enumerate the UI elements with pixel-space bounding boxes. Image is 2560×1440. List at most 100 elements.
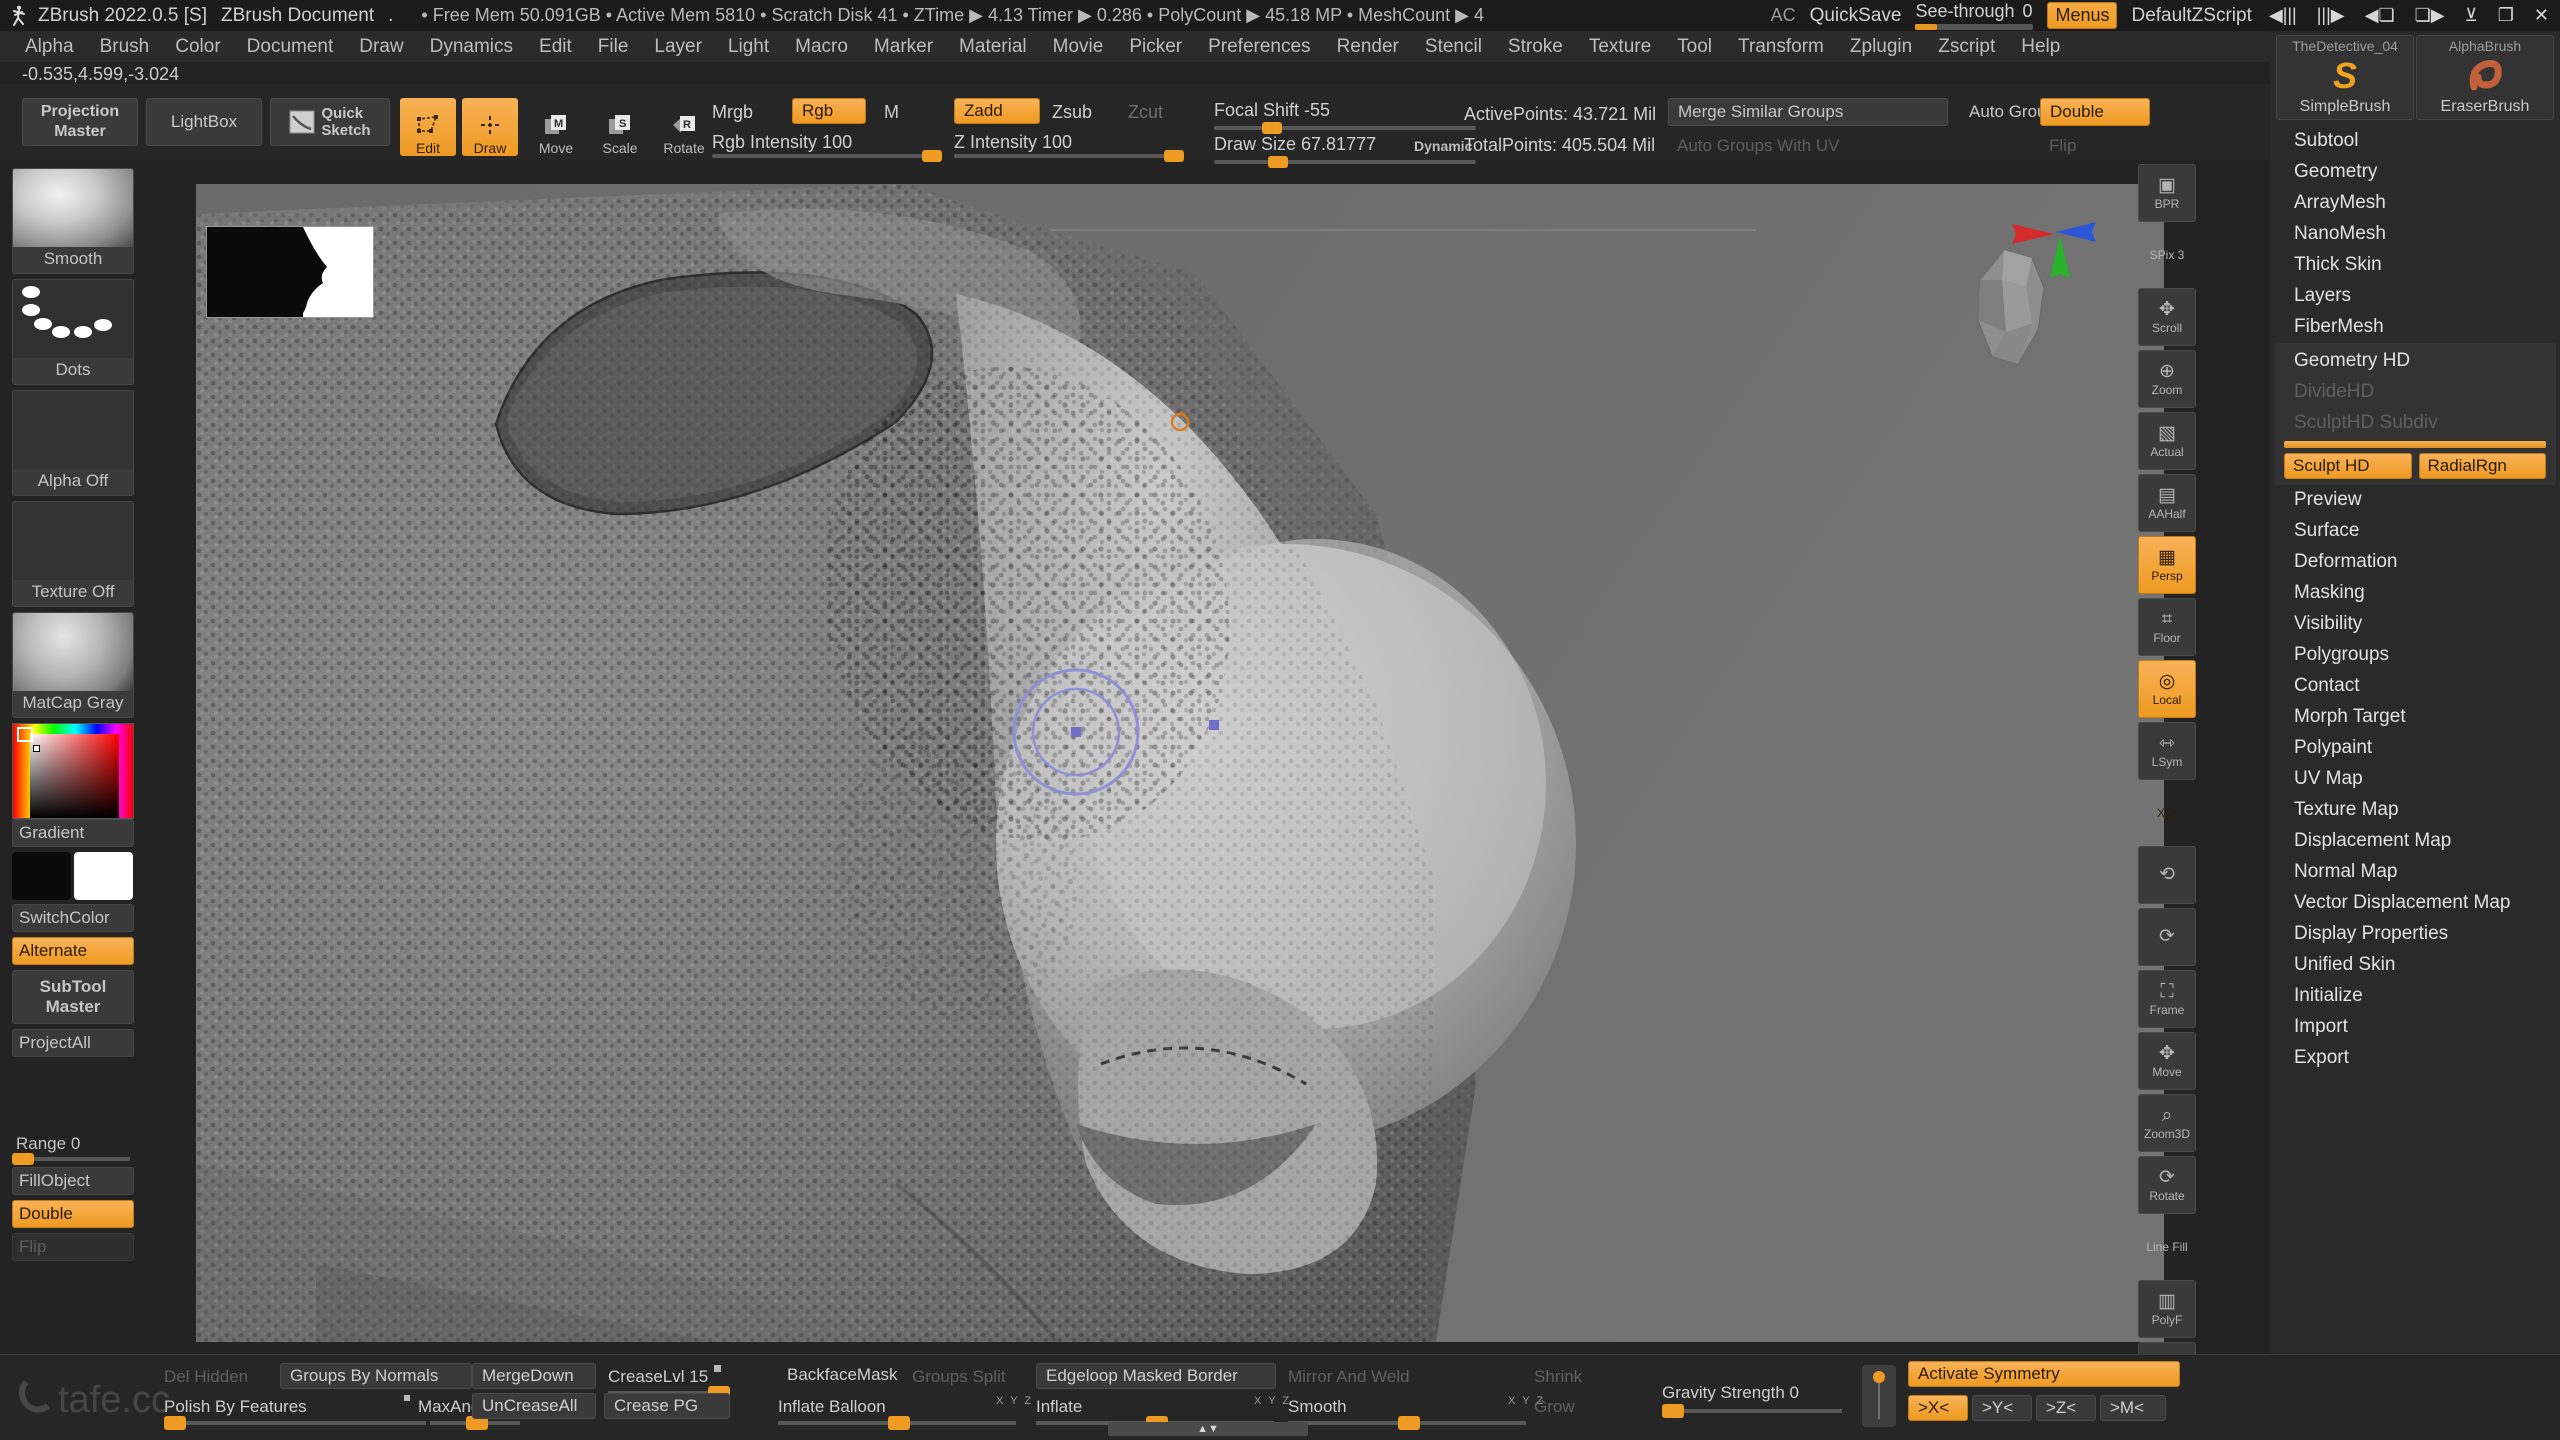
lightbox-button[interactable]: LightBox [146, 98, 262, 146]
menu-item-light[interactable]: Light [715, 34, 782, 60]
rail-button-lsym[interactable]: ⇿ LSym [2138, 722, 2196, 780]
z-intensity-label[interactable]: Z Intensity 100 [954, 132, 1072, 153]
tool-menu-unified-skin[interactable]: Unified Skin [2270, 950, 2560, 981]
quick-sketch-button[interactable]: Quick Sketch [270, 98, 390, 146]
menu-item-tool[interactable]: Tool [1664, 34, 1725, 60]
viewport-canvas[interactable] [196, 184, 2164, 1342]
rail-button-aahalf[interactable]: ▤ AAHalf [2138, 474, 2196, 532]
menu-item-color[interactable]: Color [162, 34, 233, 60]
tool-menu-visibility[interactable]: Visibility [2270, 609, 2560, 640]
groups-by-normals-button[interactable]: Groups By Normals [280, 1363, 472, 1389]
z-intensity-slider[interactable] [954, 150, 1184, 162]
move-button[interactable]: M Move [528, 98, 584, 156]
rgb-intensity-knob[interactable] [922, 150, 942, 162]
menu-item-stencil[interactable]: Stencil [1412, 34, 1495, 60]
menu-item-dynamics[interactable]: Dynamics [417, 34, 526, 60]
zadd-button[interactable]: Zadd [954, 98, 1040, 124]
tool-menu-morph-target[interactable]: Morph Target [2270, 702, 2560, 733]
see-through-track[interactable] [1915, 24, 2034, 30]
range-knob[interactable] [12, 1153, 34, 1165]
rail-button-xyz[interactable]: Xyz [2138, 784, 2196, 842]
smooth-knob[interactable] [1398, 1416, 1420, 1430]
project-all-button[interactable]: ProjectAll [12, 1029, 134, 1057]
rail-button-move[interactable]: ✥ Move [2138, 1032, 2196, 1090]
fill-object-button[interactable]: FillObject [12, 1167, 134, 1195]
tool-menu-fibermesh[interactable]: FiberMesh [2270, 312, 2560, 343]
tool-menu-polygroups[interactable]: Polygroups [2270, 640, 2560, 671]
gravity-strength-knob[interactable] [1662, 1404, 1684, 1418]
quicksave-button[interactable]: QuickSave [1810, 5, 1902, 27]
sculpt-hd-button[interactable]: Sculpt HD [2284, 453, 2412, 479]
color-picker-square[interactable] [30, 734, 119, 818]
current-texture-thumb[interactable]: Texture Off [12, 501, 134, 607]
tool-menu-vector-displacement-map[interactable]: Vector Displacement Map [2270, 888, 2560, 919]
subtool-master-button[interactable]: SubTool Master [12, 970, 134, 1024]
menu-item-alpha[interactable]: Alpha [12, 34, 87, 60]
menu-item-stroke[interactable]: Stroke [1495, 34, 1576, 60]
z-intensity-knob[interactable] [1164, 150, 1184, 162]
tray-left-icon[interactable]: ◀❏ [2362, 5, 2398, 26]
tool-menu-preview[interactable]: Preview [2270, 485, 2560, 516]
gravity-direction-widget[interactable] [1862, 1365, 1896, 1427]
symmetry-y-button[interactable]: >Y< [1972, 1395, 2032, 1421]
geometry-hd-header[interactable]: Geometry HD [2274, 346, 2556, 377]
close-icon[interactable]: ✕ [2531, 5, 2552, 26]
page-scroll-control[interactable]: ▲▼ [1108, 1422, 1308, 1436]
menu-item-render[interactable]: Render [1324, 34, 1412, 60]
current-brush-thumb[interactable]: Smooth [12, 168, 134, 274]
range-slider[interactable] [12, 1153, 130, 1165]
color-picker[interactable] [12, 723, 134, 819]
m-button[interactable]: M [884, 102, 899, 123]
restore-icon[interactable]: ❐ [2495, 5, 2517, 26]
gravity-strength-slider[interactable] [1662, 1404, 1842, 1418]
smooth-label[interactable]: Smooth [1288, 1397, 1347, 1417]
rail-button-persp[interactable]: ▦ Persp [2138, 536, 2196, 594]
crease-pg-button[interactable]: Crease PG [604, 1393, 730, 1419]
current-stroke-thumb[interactable]: Dots [12, 279, 134, 385]
tool-menu-arraymesh[interactable]: ArrayMesh [2270, 188, 2560, 219]
symmetry-x-button[interactable]: >X< [1908, 1395, 1968, 1421]
primary-color-swatch[interactable] [12, 852, 71, 900]
activate-symmetry-button[interactable]: Activate Symmetry [1908, 1361, 2180, 1387]
symmetry-z-button[interactable]: >Z< [2036, 1395, 2096, 1421]
inflate-balloon-xyz-label[interactable]: X Y Z [996, 1395, 1033, 1407]
edit-button[interactable]: Edit [400, 98, 456, 156]
double-button-toolbar[interactable]: Double [2040, 98, 2150, 126]
tool-menu-export[interactable]: Export [2270, 1043, 2560, 1074]
mrgb-button[interactable]: Mrgb [712, 102, 753, 123]
default-zscript-button[interactable]: DefaultZScript [2131, 5, 2251, 27]
tool-menu-initialize[interactable]: Initialize [2270, 981, 2560, 1012]
draw-size-label[interactable]: Draw Size 67.81777 [1214, 134, 1376, 155]
menu-item-layer[interactable]: Layer [641, 34, 715, 60]
menu-item-zscript[interactable]: Zscript [1925, 34, 2008, 60]
inflate-balloon-slider[interactable] [778, 1416, 1016, 1430]
menu-item-draw[interactable]: Draw [346, 34, 416, 60]
rail-button-local[interactable]: ◎ Local [2138, 660, 2196, 718]
focal-shift-slider[interactable] [1214, 122, 1476, 134]
edgeloop-masked-border-button[interactable]: Edgeloop Masked Border [1036, 1363, 1276, 1389]
backface-mask-button[interactable]: BackfaceMask [778, 1363, 904, 1387]
draw-button[interactable]: Draw [462, 98, 518, 156]
tool-menu-layers[interactable]: Layers [2270, 281, 2560, 312]
gravity-strength-label[interactable]: Gravity Strength 0 [1662, 1383, 1799, 1403]
menu-item-brush[interactable]: Brush [87, 34, 163, 60]
tool-menu-normal-map[interactable]: Normal Map [2270, 857, 2560, 888]
rail-button-polyf[interactable]: ▥ PolyF [2138, 1280, 2196, 1338]
rail-button-spix-3[interactable]: SPix 3 [2138, 226, 2196, 284]
tool-menu-geometry[interactable]: Geometry [2270, 157, 2560, 188]
tool-menu-uv-map[interactable]: UV Map [2270, 764, 2560, 795]
eraser-brush-cell[interactable]: AlphaBrush EraserBrush [2416, 35, 2554, 120]
rgb-button[interactable]: Rgb [792, 98, 866, 124]
tool-menu-subtool[interactable]: Subtool [2270, 126, 2560, 157]
focal-shift-label[interactable]: Focal Shift -55 [1214, 100, 1330, 121]
rail-button--[interactable]: ⟲ [2138, 846, 2196, 904]
see-through-slider[interactable]: See-through 0 [1915, 1, 2034, 30]
tray-right-icon[interactable]: ❏▶ [2412, 5, 2448, 26]
menu-item-help[interactable]: Help [2008, 34, 2073, 60]
symmetry-m-button[interactable]: >M< [2100, 1395, 2166, 1421]
reference-thumbnail[interactable] [206, 226, 374, 318]
gravity-direction-handle[interactable] [1873, 1371, 1885, 1383]
focal-shift-knob[interactable] [1262, 122, 1282, 134]
rail-button-line-fill[interactable]: Line Fill [2138, 1218, 2196, 1276]
alternate-button[interactable]: Alternate [12, 937, 134, 965]
